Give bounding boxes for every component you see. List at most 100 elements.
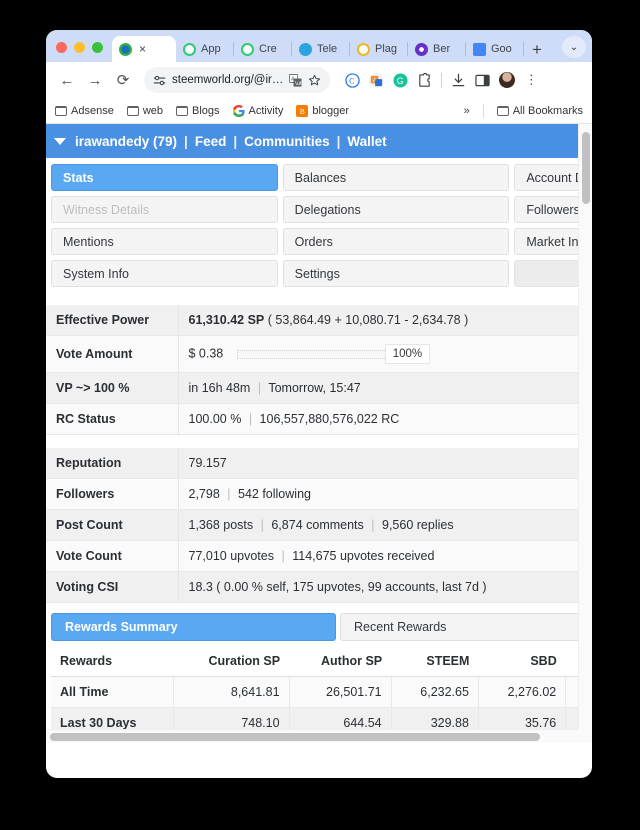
tab-balances[interactable]: Balances	[282, 164, 510, 191]
rc-amount: 106,557,880,576,022 RC	[259, 412, 400, 426]
col-sbd: SBD	[478, 646, 566, 677]
new-tab-button[interactable]: +	[524, 41, 550, 62]
separator: |	[371, 518, 375, 532]
row-value: 2,798 | 542 following	[178, 478, 578, 510]
row-label: VP ~> 100 %	[46, 372, 179, 404]
rewards-section: Rewards Summary Recent Rewards Rewards C…	[46, 603, 578, 729]
bookmark-label: blogger	[312, 104, 350, 117]
translate-favicon	[473, 42, 486, 56]
bookmark-blogs[interactable]: Blogs	[176, 105, 220, 117]
tab-account-details[interactable]: Account Details	[514, 164, 578, 191]
tab-system-info[interactable]: System Info	[51, 260, 278, 287]
row-value: 18.3 ( 0.00 % self, 175 upvotes, 99 acco…	[178, 571, 578, 603]
chrome-menu-icon[interactable]: ⋮	[524, 73, 538, 86]
folder-icon	[126, 105, 139, 116]
reload-icon[interactable]: ⟳	[110, 67, 136, 93]
forward-arrow-icon[interactable]: →	[82, 67, 108, 93]
nav-link-feed[interactable]: Feed	[195, 134, 227, 149]
col-rewards: Rewards	[51, 646, 174, 677]
posts-count: 1,368 posts	[188, 518, 254, 532]
tab-row: Mentions Orders Market Info	[51, 228, 578, 255]
star-icon[interactable]	[308, 74, 321, 87]
tab-market-info[interactable]: Market Info	[514, 228, 578, 255]
back-arrow-icon[interactable]: ←	[54, 67, 80, 93]
upvotes-given: 77,010 upvotes	[188, 549, 275, 563]
tab-witness-details: Witness Details	[51, 196, 278, 223]
bookmarks-overflow-button[interactable]: »	[464, 105, 470, 117]
avatar[interactable]	[499, 72, 516, 88]
separator: |	[233, 133, 238, 149]
puzzle-extensions-icon[interactable]	[417, 72, 432, 88]
close-window-button[interactable]	[56, 42, 67, 53]
caret-down-icon[interactable]	[54, 137, 66, 145]
folder-icon	[496, 105, 509, 116]
spacer	[46, 435, 578, 448]
browser-tab-ber[interactable]: Ber	[408, 36, 466, 62]
row-value: in 16h 48m | Tomorrow, 15:47	[178, 372, 578, 404]
browser-tab-plagiarism[interactable]: Plag	[350, 36, 408, 62]
tab-row: Stats Balances Account Details	[51, 164, 578, 191]
cell-author-sp: 26,501.71	[288, 676, 392, 708]
browser-tab-telegram[interactable]: Tele	[292, 36, 350, 62]
table-row: Vote Amount $ 0.38 100% Sim. Payout	[46, 335, 578, 373]
cell-benef-sp: 123.48	[565, 707, 578, 729]
tab-rewards-summary[interactable]: Rewards Summary	[51, 613, 336, 641]
browser-tab-active[interactable]: ×	[112, 36, 176, 62]
tab-recent-rewards[interactable]: Recent Rewards	[340, 613, 578, 641]
close-tab-button[interactable]: ×	[139, 42, 146, 56]
nav-link-communities[interactable]: Communities	[244, 134, 330, 149]
stats-table-top: Effective Power 61,310.42 SP ( 53,864.49…	[46, 305, 578, 435]
all-bookmarks-button[interactable]: All Bookmarks	[496, 105, 583, 117]
account-name[interactable]: irawandedy (79)	[75, 134, 177, 149]
translate-extension-icon[interactable]: A	[369, 72, 385, 88]
cell-author-sp: 644.54	[288, 707, 392, 729]
bookmark-blogger[interactable]: B blogger	[296, 104, 350, 117]
bookmark-activity[interactable]: Activity	[232, 104, 283, 117]
extensions-area: C A G ⋮	[338, 72, 538, 88]
address-bar[interactable]: steemworld.org/@ir… A \u6587	[144, 67, 331, 93]
browser-tab-app[interactable]: App	[176, 36, 234, 62]
downloads-icon[interactable]	[451, 73, 466, 88]
copyright-extension-icon[interactable]: C	[345, 72, 361, 88]
tab-label: App	[201, 43, 221, 55]
browser-tab-google-translate[interactable]: Goo	[466, 36, 524, 62]
vertical-scrollbar-thumb[interactable]	[582, 132, 590, 204]
row-label: Followers	[46, 478, 179, 510]
bookmark-web[interactable]: web	[126, 105, 163, 117]
vertical-scrollbar[interactable]	[578, 124, 592, 729]
side-panel-icon[interactable]	[475, 73, 491, 88]
cell-curation-sp: 748.10	[173, 707, 290, 729]
svg-text:\u6587: \u6587	[296, 80, 303, 86]
minimize-window-button[interactable]	[74, 42, 85, 53]
bookmark-adsense[interactable]: Adsense	[55, 105, 114, 117]
maximize-window-button[interactable]	[92, 42, 103, 53]
tab-stats[interactable]: Stats	[51, 164, 278, 191]
horizontal-scrollbar-thumb[interactable]	[50, 733, 540, 741]
comments-count: 6,874 comments	[271, 518, 364, 532]
page-viewport: irawandedy (79) | Feed | Communities | W…	[46, 124, 592, 743]
nav-link-wallet[interactable]: Wallet	[347, 134, 386, 149]
green-circle-favicon	[183, 42, 196, 56]
bookmarks-divider	[482, 103, 484, 118]
grammarly-extension-icon[interactable]: G	[393, 72, 408, 88]
tab-settings[interactable]: Settings	[282, 260, 510, 287]
tab-mentions[interactable]: Mentions	[51, 228, 278, 255]
tune-icon[interactable]	[153, 74, 166, 87]
row-label: RC Status	[46, 403, 179, 435]
bookmark-label: Blogs	[192, 104, 220, 117]
effective-power-breakdown: ( 53,864.49 + 10,080.71 - 2,634.78 )	[267, 313, 469, 327]
rewards-tabs: Rewards Summary Recent Rewards	[51, 613, 578, 641]
tab-delegations[interactable]: Delegations	[282, 196, 510, 223]
effective-power-value: 61,310.42 SP	[188, 313, 265, 327]
separator: |	[227, 487, 231, 501]
tab-followers[interactable]: Followers	[514, 196, 578, 223]
horizontal-scrollbar[interactable]	[46, 729, 578, 743]
row-label: Post Count	[46, 509, 179, 541]
tab-search-chevron-down-icon[interactable]: ⌄	[562, 36, 586, 58]
browser-tab-create[interactable]: Cre	[234, 36, 292, 62]
tab-orders[interactable]: Orders	[282, 228, 510, 255]
separator: |	[281, 549, 285, 563]
translate-icon[interactable]: A \u6587	[289, 73, 303, 87]
section-tab-grid: Stats Balances Account Details Witness D…	[46, 158, 578, 287]
svg-text:B: B	[300, 107, 305, 116]
